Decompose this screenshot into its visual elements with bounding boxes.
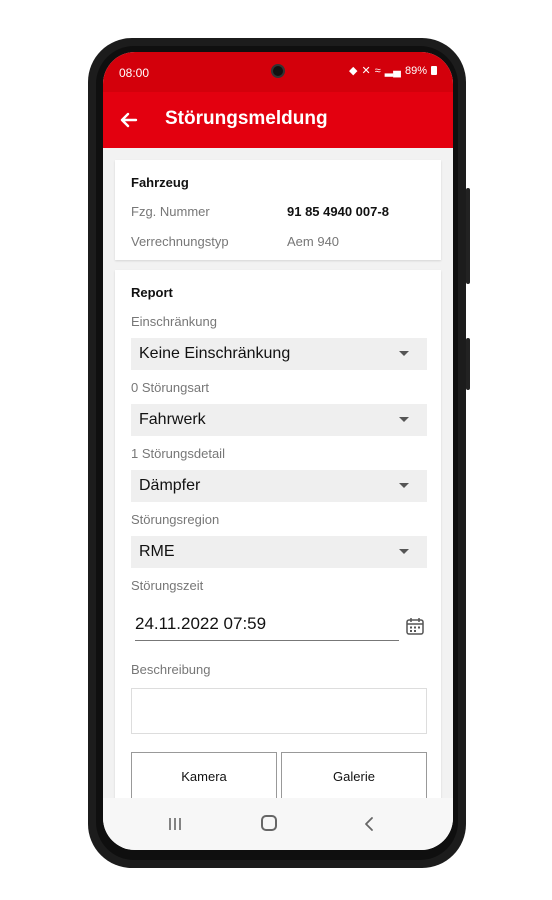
dropdown-arrow-icon [399,417,409,422]
wifi-icon: ≈ [374,64,381,77]
billing-type-label: Verrechnungstyp [131,234,229,249]
calendar-icon[interactable] [405,616,425,636]
fault-time-value: 24.11.2022 07:59 [135,614,267,633]
home-icon[interactable] [261,815,277,831]
description-input[interactable] [131,688,427,734]
android-nav-bar [103,798,453,850]
phone-side-button [466,188,470,284]
status-bar: 08:00 ◆ ✕ ≈ ▂▄ 89% [103,52,453,92]
fault-region-value: RME [139,543,175,560]
notification-icon: ◆ [348,65,358,77]
report-card: Report Einschränkung Keine Einschränkung… [115,270,441,798]
fault-region-label: Störungsregion [131,512,220,527]
restriction-label: Einschränkung [131,314,217,329]
dropdown-arrow-icon [399,483,409,488]
nav-back-icon[interactable] [359,814,379,834]
recent-apps-icon[interactable] [167,816,183,832]
status-time: 08:00 [119,66,150,80]
mute-icon: ✕ [361,65,371,77]
vehicle-heading: Fahrzeug [131,175,189,190]
phone-side-button [466,338,470,390]
vehicle-number-value: 91 85 4940 007-8 [287,204,389,219]
fault-time-input[interactable]: 24.11.2022 07:59 [135,608,399,641]
fault-type-value: Fahrwerk [139,411,206,428]
battery-icon [431,66,437,75]
page-title: Störungsmeldung [165,108,328,129]
description-label: Beschreibung [131,662,211,677]
front-camera [271,64,285,78]
fault-time-label: Störungszeit [131,578,204,593]
vehicle-number-label: Fzg. Nummer [131,204,210,219]
fault-type-dropdown[interactable]: Fahrwerk [131,404,427,436]
fault-detail-dropdown[interactable]: Dämpfer [131,470,427,502]
app-screen: 08:00 ◆ ✕ ≈ ▂▄ 89% Störungsmeldung Fahrz… [103,52,453,850]
vehicle-card: Fahrzeug Fzg. Nummer 91 85 4940 007-8 Ve… [115,160,441,260]
gallery-button[interactable]: Galerie [281,752,427,798]
phone-bezel: 08:00 ◆ ✕ ≈ ▂▄ 89% Störungsmeldung Fahrz… [96,46,458,860]
restriction-dropdown[interactable]: Keine Einschränkung [131,338,427,370]
billing-type-value: Aem 940 [287,234,340,249]
camera-button[interactable]: Kamera [131,752,277,798]
back-arrow-icon[interactable] [115,106,143,134]
status-icons: ◆ ✕ ≈ ▂▄ 89% [349,64,437,77]
signal-icon: ▂▄ [384,65,401,77]
form-content: Fahrzeug Fzg. Nummer 91 85 4940 007-8 Ve… [103,148,453,798]
fault-detail-label: 1 Störungsdetail [131,446,225,461]
fault-type-label: 0 Störungsart [131,380,210,395]
report-heading: Report [131,285,173,300]
phone-frame: 08:00 ◆ ✕ ≈ ▂▄ 89% Störungsmeldung Fahrz… [88,38,470,868]
battery-percent: 89% [404,64,427,77]
fault-detail-value: Dämpfer [139,477,201,494]
fault-region-dropdown[interactable]: RME [131,536,427,568]
app-bar: Störungsmeldung [103,92,453,148]
dropdown-arrow-icon [399,351,409,356]
restriction-value: Keine Einschränkung [139,345,291,362]
dropdown-arrow-icon [399,549,409,554]
